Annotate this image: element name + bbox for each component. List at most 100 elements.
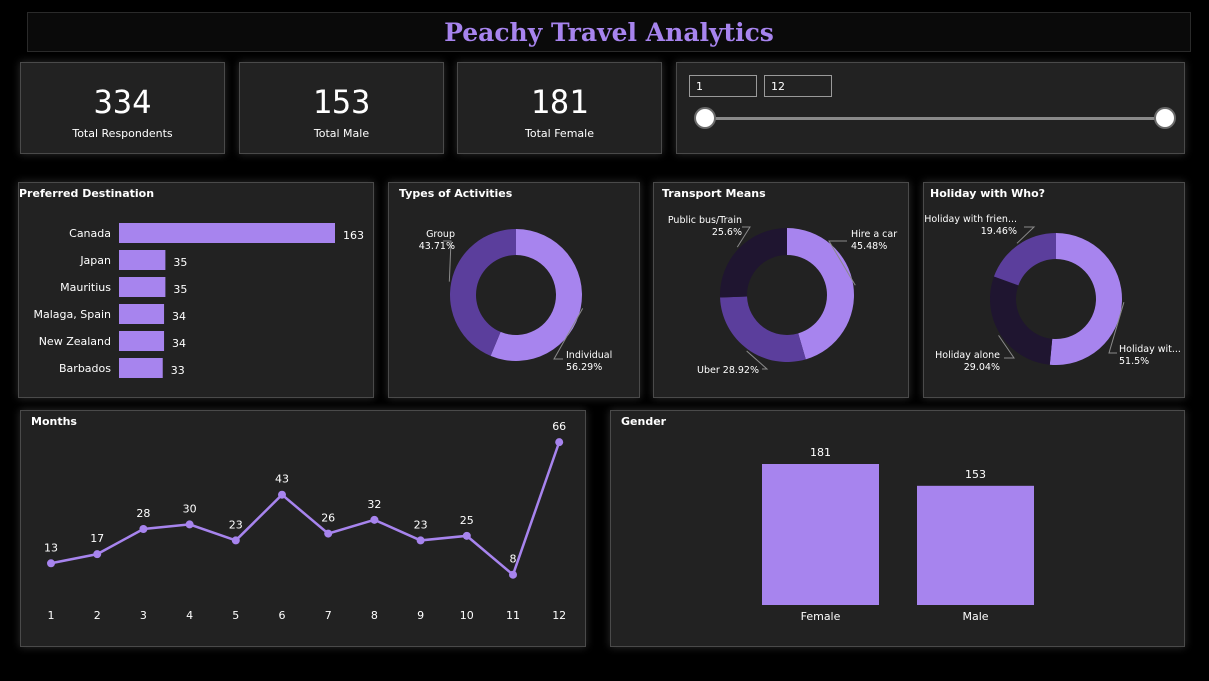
months-x-tick: 3 (140, 609, 147, 622)
destination-value-label: 33 (171, 364, 185, 377)
transport-chart-panel: Transport Means Hire a car 45.48% Uber 28.… (653, 182, 909, 398)
kpi-card-respondents: 334 Total Respondents (20, 62, 225, 154)
transport-slice-pct: 45.48% (851, 241, 887, 252)
destination-value-label: 34 (172, 310, 186, 323)
transport-slice-label: Hire a car (851, 229, 897, 240)
destination-category-label: Mauritius (60, 281, 111, 294)
kpi-label-male: Total Male (313, 127, 370, 140)
month-from-input[interactable] (689, 75, 757, 97)
months-x-tick: 4 (186, 609, 193, 622)
months-x-tick: 6 (279, 609, 286, 622)
month-range-slicer (676, 62, 1185, 154)
months-x-tick: 9 (417, 609, 424, 622)
transport-donut-chart: Hire a car45.48% Uber 28.92% Public bus/Tr… (668, 215, 897, 376)
months-point (139, 525, 148, 533)
months-chart-panel: Months 13 1 17 2 28 3 30 4 23 5 43 6 26 7 32 8 23 9 25 10 8 1… (20, 410, 586, 647)
months-x-tick: 1 (48, 609, 55, 622)
months-x-tick: 10 (460, 609, 474, 622)
months-point (185, 520, 194, 529)
holiday-slice (993, 233, 1056, 286)
dashboard-title: Peachy Travel Analytics (444, 18, 774, 47)
months-x-tick: 8 (371, 609, 378, 622)
months-value-label: 26 (321, 512, 335, 525)
months-line (50, 441, 561, 577)
months-point (416, 536, 425, 545)
months-value-label: 43 (275, 473, 289, 486)
transport-slice-label: Uber 28.92% (697, 365, 759, 376)
destination-bar (119, 250, 166, 270)
holiday-chart-panel: Holiday with Who? Holiday wit... 51.5% Hol… (923, 182, 1185, 398)
destination-bar (119, 277, 166, 297)
destination-bar (119, 223, 335, 243)
months-value-label: 13 (44, 541, 58, 554)
month-to-input[interactable] (764, 75, 832, 97)
gender-bar-chart: 181 Female 153 Male (762, 446, 1034, 623)
destination-bar-chart: Canada 163 Japan 35 Mauritius 35 Malaga, Spain… (34, 223, 364, 378)
destination-bar (119, 358, 163, 378)
months-x-tick: 2 (94, 609, 101, 622)
gender-bar (917, 485, 1034, 605)
months-point (370, 515, 379, 524)
holiday-donut-chart: Holiday wit...51.5% Holiday alone29.04% Ho… (924, 214, 1181, 373)
months-value-label: 25 (460, 514, 474, 527)
months-point (462, 531, 471, 540)
gender-category-label: Male (962, 610, 988, 623)
destination-bar (119, 331, 165, 351)
gender-value-label: 153 (965, 468, 986, 481)
destination-value-label: 34 (172, 337, 186, 350)
holiday-slice-pct: 19.46% (981, 226, 1017, 237)
destination-chart-panel: Preferred Destination Canada 163 Japan 35 Ma… (18, 182, 374, 398)
gender-chart-panel: Gender 181 Female 153 Male (610, 410, 1185, 647)
months-point (93, 550, 102, 559)
holiday-slice-label: Holiday alone (935, 350, 1000, 361)
gender-value-label: 181 (810, 446, 831, 459)
months-point (555, 438, 564, 447)
months-value-label: 8 (510, 553, 517, 566)
months-point (47, 559, 55, 568)
destination-category-label: Barbados (59, 362, 111, 375)
month-slider-end-handle[interactable] (1154, 107, 1176, 129)
transport-slice (720, 228, 787, 298)
gender-bar (762, 464, 879, 605)
holiday-slice-pct: 51.5% (1119, 356, 1149, 367)
months-point (324, 529, 333, 538)
destination-category-label: Japan (79, 254, 111, 267)
holiday-slice-pct: 29.04% (964, 362, 1000, 373)
months-x-tick: 11 (506, 609, 520, 622)
months-value-label: 30 (183, 502, 197, 515)
destination-value-label: 35 (173, 283, 187, 296)
activities-slice-pct: 43.71% (419, 241, 455, 252)
kpi-card-male: 153 Total Male (239, 62, 444, 154)
months-value-label: 28 (136, 507, 150, 520)
activities-chart-panel: Types of Activities Individual 56.29% Grou… (388, 182, 640, 398)
kpi-value-male: 153 (312, 83, 371, 121)
gender-category-label: Female (801, 610, 841, 623)
transport-slice-pct: 25.6% (712, 227, 742, 238)
month-slider-track[interactable] (705, 117, 1165, 120)
destination-category-label: Malaga, Spain (34, 308, 112, 321)
activities-slice-label: Individual (566, 350, 612, 361)
destination-category-label: Canada (69, 227, 111, 240)
months-line-chart: 13 1 17 2 28 3 30 4 23 5 43 6 26 7 32 8 23 9 25 10 8 11 66 12 (44, 420, 566, 622)
months-value-label: 66 (552, 420, 566, 433)
months-x-tick: 5 (232, 609, 239, 622)
activities-slice-label: Group (426, 229, 455, 240)
kpi-label-respondents: Total Respondents (72, 127, 173, 140)
kpi-label-female: Total Female (525, 127, 594, 140)
months-x-tick: 7 (325, 609, 332, 622)
months-point (509, 570, 517, 579)
holiday-slice-label: Holiday with frien... (924, 214, 1017, 225)
destination-category-label: New Zealand (39, 335, 111, 348)
activities-donut-chart: Individual56.29% Group43.71% (419, 229, 612, 373)
months-x-tick: 12 (552, 609, 566, 622)
kpi-value-female: 181 (530, 83, 589, 121)
month-slider-start-handle[interactable] (694, 107, 716, 129)
destination-value-label: 163 (343, 229, 364, 242)
transport-slice-label: Public bus/Train (668, 215, 742, 226)
destination-bar (119, 304, 165, 324)
months-value-label: 23 (414, 518, 428, 531)
months-value-label: 32 (367, 498, 381, 511)
holiday-slice-label: Holiday wit... (1119, 344, 1181, 355)
months-value-label: 23 (229, 518, 243, 531)
kpi-value-respondents: 334 (93, 83, 152, 121)
